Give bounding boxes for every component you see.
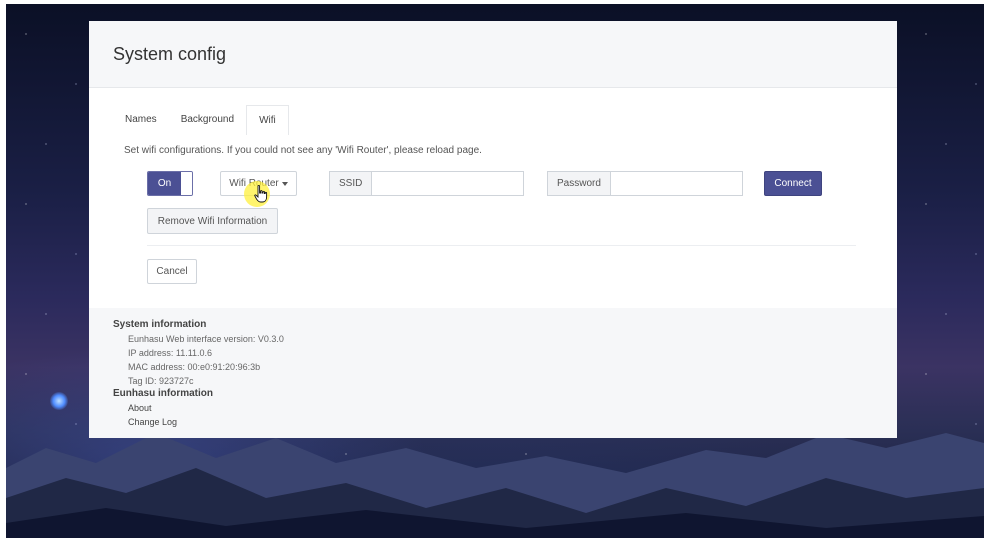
remove-wifi-button[interactable]: Remove Wifi Information	[147, 208, 278, 234]
password-group: Password	[547, 171, 743, 196]
ssid-label: SSID	[329, 171, 372, 196]
tab-wifi[interactable]: Wifi	[246, 105, 289, 135]
password-input[interactable]	[609, 171, 743, 196]
info-footer: System information Eunhasu Web interface…	[89, 308, 897, 438]
tab-background[interactable]: Background	[169, 105, 246, 135]
panel-header: System config	[89, 21, 897, 88]
system-info-line: IP address: 11.11.0.6	[128, 348, 213, 358]
tab-bar: Names Background Wifi	[113, 105, 289, 135]
tab-names[interactable]: Names	[113, 105, 169, 135]
light-spot	[50, 392, 68, 410]
hand-pointer-icon	[254, 185, 268, 203]
toggle-label: On	[148, 172, 181, 195]
caret-down-icon	[281, 181, 288, 186]
system-config-panel: System config Names Background Wifi Set …	[89, 21, 897, 438]
ssid-input[interactable]	[371, 171, 524, 196]
connect-button[interactable]: Connect	[764, 171, 822, 196]
page-title: System config	[113, 43, 227, 64]
system-info-line: Tag ID: 923727c	[128, 376, 194, 386]
divider	[147, 245, 856, 246]
system-info-line: Eunhasu Web interface version: V0.3.0	[128, 334, 284, 344]
wifi-description: Set wifi configurations. If you could no…	[124, 145, 482, 156]
system-info-line: MAC address: 00:e0:91:20:96:3b	[128, 362, 261, 372]
about-link[interactable]: About	[113, 401, 897, 415]
change-log-link[interactable]: Change Log	[113, 415, 897, 429]
ssid-group: SSID	[329, 171, 524, 196]
toggle-knob	[181, 172, 192, 195]
system-info-title: System information	[113, 319, 207, 330]
wifi-toggle[interactable]: On	[147, 171, 193, 196]
password-label: Password	[547, 171, 610, 196]
cancel-button[interactable]: Cancel	[147, 259, 197, 284]
eunhasu-info-title: Eunhasu information	[113, 388, 213, 399]
